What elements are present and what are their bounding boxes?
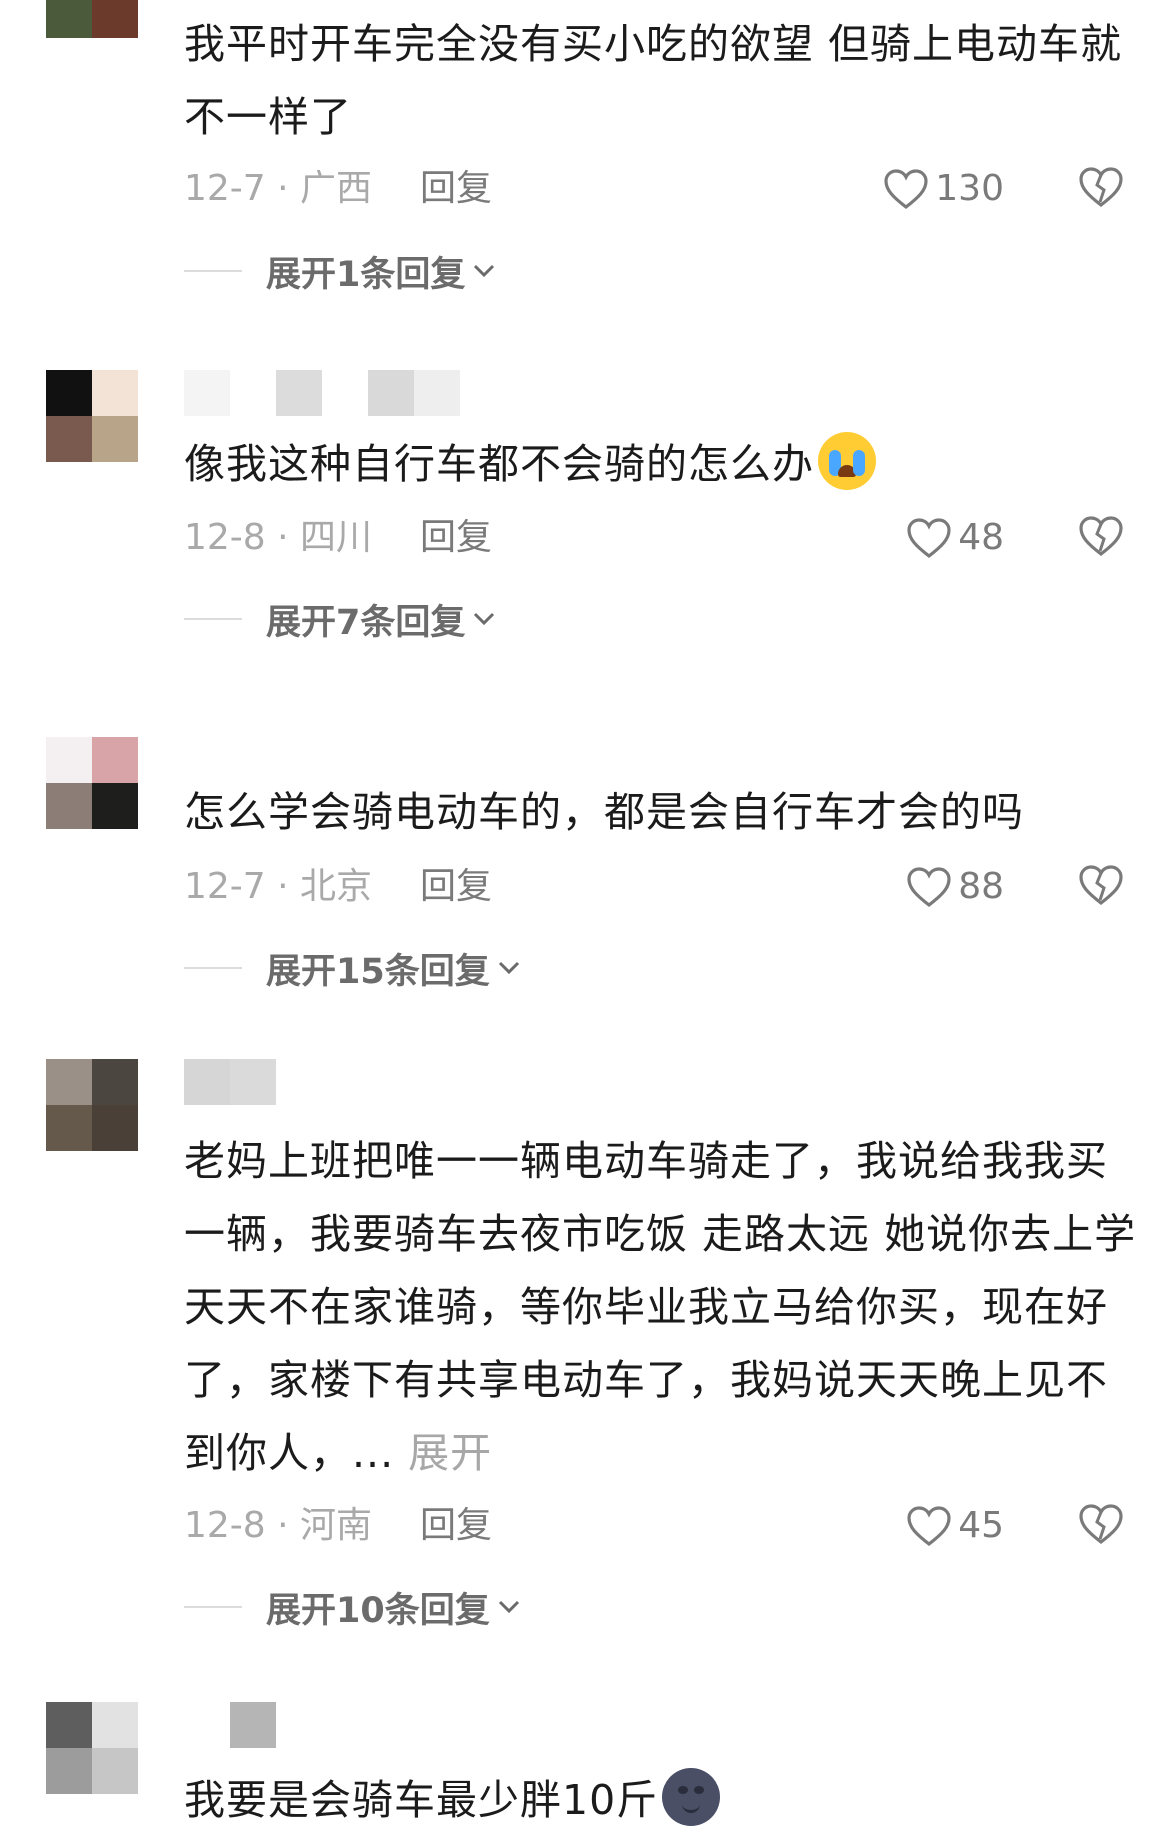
heart-icon: [884, 169, 928, 210]
broken-heart-icon: [1079, 167, 1123, 208]
chevron-down-icon: [498, 961, 519, 975]
chevron-down-icon: [498, 1600, 519, 1614]
expand-replies-label: 展开1条回复: [266, 254, 466, 295]
comment-text: 像我这种自行车都不会骑的怎么办: [184, 428, 1144, 501]
avatar[interactable]: [46, 737, 138, 829]
expand-replies-button[interactable]: 展开15条回复: [184, 943, 520, 993]
avatar[interactable]: [46, 370, 138, 462]
avatar[interactable]: [46, 0, 138, 38]
dislike-button[interactable]: [1078, 166, 1124, 222]
like-count: 48: [958, 517, 1004, 558]
comment-text-content: 老妈上班把唯一一辆电动车骑走了，我说给我我买一辆，我要骑车去夜市吃饭 走路太远 …: [184, 1137, 1137, 1477]
like-count: 130: [935, 168, 1004, 209]
avatar[interactable]: [46, 1059, 138, 1151]
expand-replies-button[interactable]: 展开10条回复: [184, 1582, 520, 1632]
reply-button[interactable]: 回复: [420, 862, 492, 912]
divider-line: [184, 618, 242, 620]
comment-text: 怎么学会骑电动车的，都是会自行车才会的吗: [184, 788, 1024, 836]
comment-text-content: 我要是会骑车最少胖10斤: [184, 1776, 659, 1824]
divider-line: [184, 967, 242, 969]
broken-heart-icon: [1079, 1504, 1123, 1545]
avatar[interactable]: [46, 1702, 138, 1794]
chevron-down-icon: [474, 264, 495, 278]
comment-text: 我要是会骑车最少胖10斤: [184, 1764, 1144, 1837]
comment-date-location: 12-8 · 河南: [184, 1505, 373, 1546]
reply-button[interactable]: 回复: [420, 164, 492, 214]
username[interactable]: [184, 1059, 276, 1105]
new-moon-face-emoji: [662, 1768, 721, 1826]
like-button[interactable]: 48: [906, 513, 1004, 563]
expand-replies-label: 展开10条回复: [266, 1590, 490, 1631]
broken-heart-icon: [1079, 865, 1123, 906]
comment-date-location: 12-7 · 北京: [184, 866, 373, 907]
like-count: 45: [958, 1505, 1004, 1546]
heart-icon: [907, 867, 951, 908]
loudly-crying-face-emoji: [818, 432, 876, 490]
dislike-button[interactable]: [1078, 864, 1124, 920]
expand-replies-button[interactable]: 展开1条回复: [184, 246, 495, 296]
divider-line: [184, 270, 242, 272]
expand-replies-button[interactable]: 展开7条回复: [184, 594, 495, 644]
username[interactable]: [184, 370, 460, 416]
divider-line: [184, 1606, 242, 1608]
username[interactable]: [184, 1702, 276, 1748]
comment-text: 我平时开车完全没有买小吃的欲望 但骑上电动车就不一样了: [184, 20, 1123, 141]
dislike-button[interactable]: [1078, 1503, 1124, 1559]
heart-icon: [907, 518, 951, 559]
expand-text-link[interactable]: 展开: [408, 1429, 492, 1477]
chevron-down-icon: [474, 612, 495, 626]
expand-replies-label: 展开15条回复: [266, 951, 490, 992]
heart-icon: [907, 1506, 951, 1547]
comment-text-content: 像我这种自行车都不会骑的怎么办: [184, 440, 814, 488]
reply-button[interactable]: 回复: [420, 1501, 492, 1551]
like-button[interactable]: 130: [883, 164, 1004, 214]
like-count: 88: [958, 866, 1004, 907]
expand-replies-label: 展开7条回复: [266, 602, 466, 643]
comment-date-location: 12-7 · 广西: [184, 168, 373, 209]
comment-date-location: 12-8 · 四川: [184, 517, 373, 558]
broken-heart-icon: [1079, 516, 1123, 557]
reply-button[interactable]: 回复: [420, 513, 492, 563]
like-button[interactable]: 88: [906, 862, 1004, 912]
like-button[interactable]: 45: [906, 1501, 1004, 1551]
dislike-button[interactable]: [1078, 515, 1124, 571]
comment-text: 老妈上班把唯一一辆电动车骑走了，我说给我我买一辆，我要骑车去夜市吃饭 走路太远 …: [184, 1125, 1144, 1490]
